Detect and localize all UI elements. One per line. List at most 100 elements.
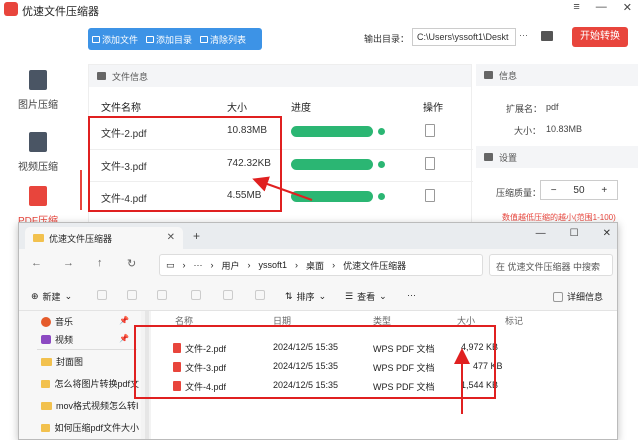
quality-plus-button[interactable]: + (592, 185, 617, 196)
folder-icon (41, 379, 51, 388)
video-icon (41, 335, 51, 344)
add-file-icon (92, 35, 100, 43)
address-bar[interactable]: ▭ › ··· › 用户 › yssoft1 › 桌面 › 优速文件压缩器 (159, 254, 483, 276)
app-logo-icon (4, 2, 18, 16)
back-arrow-icon[interactable]: ← (31, 257, 42, 269)
progress-bar (291, 191, 373, 202)
cut-button[interactable] (97, 290, 107, 300)
info-icon (484, 71, 493, 79)
file-panel-header: 文件信息 (89, 65, 471, 87)
share-button[interactable] (223, 290, 233, 300)
music-icon (41, 316, 51, 327)
sort-button[interactable]: ⇅ 排序 ⌄ (285, 290, 326, 303)
clear-list-button[interactable]: 清除列表 (200, 33, 246, 46)
size-value: 10.83MB (546, 124, 583, 134)
output-dir-more-button[interactable]: ··· (519, 30, 528, 40)
quality-minus-button[interactable]: − (541, 185, 566, 196)
paste-button[interactable] (157, 290, 167, 300)
more-button[interactable]: ··· (407, 290, 416, 300)
app-title: 优速文件压缩器 (22, 6, 99, 18)
pdf-icon (29, 186, 47, 206)
open-folder-icon[interactable] (541, 31, 553, 41)
done-check-icon (378, 128, 385, 135)
sort-icon: ⇅ (285, 291, 293, 301)
explorer-tabbar: 优速文件压缩器 ✕ + — ☐ ✕ (19, 223, 617, 249)
sidebar-item-label: 视频压缩 (18, 162, 58, 173)
details-pane-icon (553, 291, 563, 302)
tab-close-icon[interactable]: ✕ (167, 232, 175, 243)
highlight-box-compressed-list (88, 116, 282, 212)
add-dir-button[interactable]: 添加目录 (146, 33, 192, 46)
breadcrumb-user[interactable]: yssoft1 (259, 260, 288, 270)
info-panel: 信息 设置 (476, 64, 638, 224)
quality-label: 压缩质量： (496, 188, 542, 198)
trash-icon[interactable] (425, 189, 435, 202)
copy-button[interactable] (127, 290, 137, 300)
menu-icon[interactable]: ≡ (573, 1, 579, 14)
share-icon (223, 290, 233, 300)
add-file-button[interactable]: 添加文件 (92, 33, 138, 46)
highlight-box-original-files (134, 325, 496, 399)
new-tab-button[interactable]: + (193, 229, 200, 243)
copy-icon (127, 290, 137, 300)
paste-icon (157, 290, 167, 300)
refresh-icon[interactable]: ↻ (127, 257, 136, 270)
nav-item-folder[interactable]: 封面图 (41, 355, 139, 368)
close-icon[interactable]: ✕ (623, 1, 632, 14)
delete-button[interactable] (255, 290, 265, 300)
sidebar-item-image-compress[interactable]: 图片压缩 (0, 62, 76, 124)
trash-icon[interactable] (425, 124, 435, 137)
minimize-icon[interactable]: — (596, 1, 607, 14)
trash-icon[interactable] (425, 157, 435, 170)
explorer-navbar: ← → ↑ ↻ ▭ › ··· › 用户 › yssoft1 › 桌面 › 优速… (19, 249, 617, 281)
view-icon: ☰ (345, 291, 354, 301)
close-icon[interactable]: ✕ (603, 228, 611, 239)
output-dir-label: 输出目录： (364, 34, 410, 44)
info-header: 信息 (476, 64, 638, 86)
rename-button[interactable] (191, 290, 201, 300)
nav-item-folder[interactable]: 如何压缩pdf文件大小 (41, 421, 139, 434)
breadcrumb-desktop[interactable]: 桌面 (306, 259, 324, 272)
folder-icon (41, 423, 51, 432)
breadcrumb-folder[interactable]: 优速文件压缩器 (343, 259, 406, 272)
sidebar-item-label: 图片压缩 (18, 100, 58, 111)
pin-icon: 📌 (119, 316, 129, 325)
plus-circle-icon: ⊕ (31, 291, 39, 301)
address-more[interactable]: ··· (194, 260, 203, 270)
maximize-icon[interactable]: ☐ (570, 228, 579, 239)
image-icon (97, 72, 106, 80)
output-dir-field[interactable]: C:\Users\yssoft1\Deskt (412, 28, 516, 46)
column-header-action: 操作 (423, 103, 443, 114)
quality-stepper[interactable]: − 50 + (540, 180, 618, 200)
view-button[interactable]: ☰ 查看 ⌄ (345, 290, 387, 303)
app-window-controls: ≡ — ✕ (573, 1, 632, 14)
forward-arrow-icon[interactable]: → (63, 257, 74, 269)
column-header-size: 大小 (227, 103, 247, 114)
file-toolbar: 添加文件 添加目录 清除列表 (88, 28, 262, 50)
start-convert-button[interactable]: 开始转换 (572, 27, 628, 47)
sidebar-active-indicator (80, 170, 82, 210)
clear-icon (200, 35, 209, 43)
rename-icon (191, 290, 201, 300)
explorer-tab[interactable]: 优速文件压缩器 ✕ (25, 227, 183, 249)
chevron-down-icon: ⌄ (379, 291, 387, 301)
details-button[interactable]: 详细信息 (553, 290, 603, 303)
quality-value[interactable]: 50 (566, 185, 591, 196)
nav-item-folder[interactable]: 怎么将图片转换pdf文 (41, 377, 139, 390)
chevron-down-icon: ⌄ (318, 291, 327, 301)
up-arrow-icon[interactable]: ↑ (97, 257, 103, 269)
explorer-command-bar: ⊕ 新建 ⌄ ⇅ 排序 ⌄ ☰ 查看 ⌄ ··· 详细信息 (19, 281, 617, 311)
column-header-tags[interactable]: 标记 (505, 314, 523, 327)
image-icon (29, 70, 47, 90)
search-input[interactable]: 在 优速文件压缩器 中搜索 (489, 254, 613, 276)
progress-bar (291, 126, 373, 137)
monitor-icon: ▭ (166, 259, 175, 270)
sidebar-item-video-compress[interactable]: 视频压缩 (0, 124, 76, 186)
new-button[interactable]: ⊕ 新建 ⌄ (31, 290, 72, 303)
nav-item-folder[interactable]: mov格式视频怎么转I (41, 399, 139, 412)
trash-icon (255, 290, 265, 300)
minimize-icon[interactable]: — (536, 228, 546, 239)
nav-divider (37, 349, 137, 350)
breadcrumb-users[interactable]: 用户 (222, 259, 240, 272)
folder-icon (41, 357, 52, 366)
